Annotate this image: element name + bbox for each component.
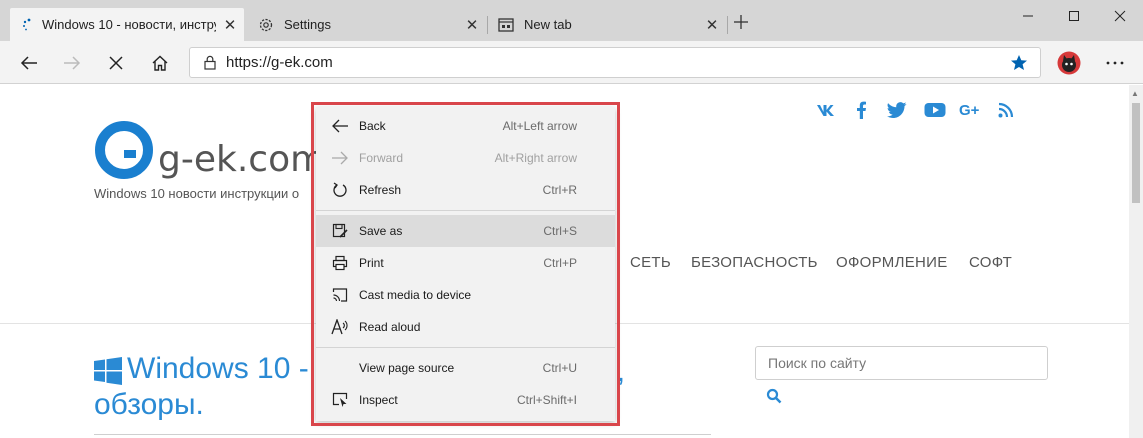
new-tab-plus-icon[interactable] [728,4,754,40]
google-plus-icon[interactable]: G+ [958,99,984,121]
favorite-star-icon[interactable] [1010,54,1028,76]
headline-underline [94,434,711,435]
tab-title: New tab [524,17,572,32]
svg-text:G+: G+ [959,102,980,118]
twitter-icon[interactable] [884,99,910,121]
stop-x-icon [109,55,123,70]
home-icon [152,55,168,71]
headline-line2[interactable]: обзоры. [94,388,204,422]
site-search-input[interactable] [756,347,1047,379]
stop-loading-button[interactable] [94,41,138,84]
headline-part1[interactable]: Windows 10 - [127,352,309,386]
maximize-icon[interactable] [1051,0,1097,32]
gear-icon [258,17,284,33]
context-menu-highlight-frame [311,102,620,426]
close-tab-icon[interactable]: ✕ [458,16,486,34]
settings-more-button[interactable] [1093,41,1137,84]
lock-icon[interactable] [204,55,216,70]
minimize-icon[interactable] [1005,0,1051,32]
back-arrow-icon [20,55,37,70]
nav-item-software[interactable]: СОФТ [969,254,1012,271]
loading-spinner-icon [22,18,42,32]
tab-new-tab[interactable]: New tab ✕ [486,8,726,41]
site-search-box [755,346,1048,380]
site-logo-text[interactable]: g-ek.com [158,139,325,180]
facebook-icon[interactable] [848,99,874,121]
vk-icon[interactable] [814,99,840,121]
avatar-icon [1057,51,1081,74]
tab-title: Settings [284,17,331,32]
search-icon[interactable] [766,388,782,409]
scrollbar-thumb[interactable] [1132,103,1140,203]
forward-button[interactable] [50,41,94,84]
site-logo-icon[interactable] [94,120,154,180]
address-toolbar: https://g-ek.com [0,41,1143,84]
scroll-up-arrow-icon[interactable]: ▲ [1131,89,1139,98]
close-tab-icon[interactable]: ✕ [698,16,726,34]
address-bar[interactable]: https://g-ek.com [189,47,1041,78]
new-tab-page-icon [498,17,524,32]
nav-item-design[interactable]: ОФОРМЛЕНИЕ [836,254,948,271]
more-dots-icon [1106,61,1124,64]
windows-logo-icon [94,357,122,390]
nav-item-network[interactable]: СЕТЬ [630,254,671,271]
home-button[interactable] [138,41,182,84]
forward-arrow-icon [64,55,81,70]
close-tab-icon[interactable]: ✕ [216,16,244,34]
site-tagline: Windows 10 новости инструкции о [94,186,300,201]
page-scrollbar[interactable]: ▲ [1129,85,1143,438]
url-text[interactable]: https://g-ek.com [226,54,333,71]
tab-title: Windows 10 - новости, инструкц [42,17,216,32]
nav-item-security[interactable]: БЕЗОПАСНОСТЬ [691,254,818,271]
back-button[interactable] [7,41,51,84]
title-bar: Windows 10 - новости, инструкц ✕ Setting… [0,0,1143,41]
rss-icon[interactable] [993,99,1019,121]
tab-g-ek[interactable]: Windows 10 - новости, инструкц ✕ [10,8,244,41]
tab-settings[interactable]: Settings ✕ [246,8,486,41]
profile-avatar[interactable] [1047,41,1091,84]
close-window-icon[interactable] [1097,0,1143,32]
youtube-icon[interactable] [922,99,948,121]
